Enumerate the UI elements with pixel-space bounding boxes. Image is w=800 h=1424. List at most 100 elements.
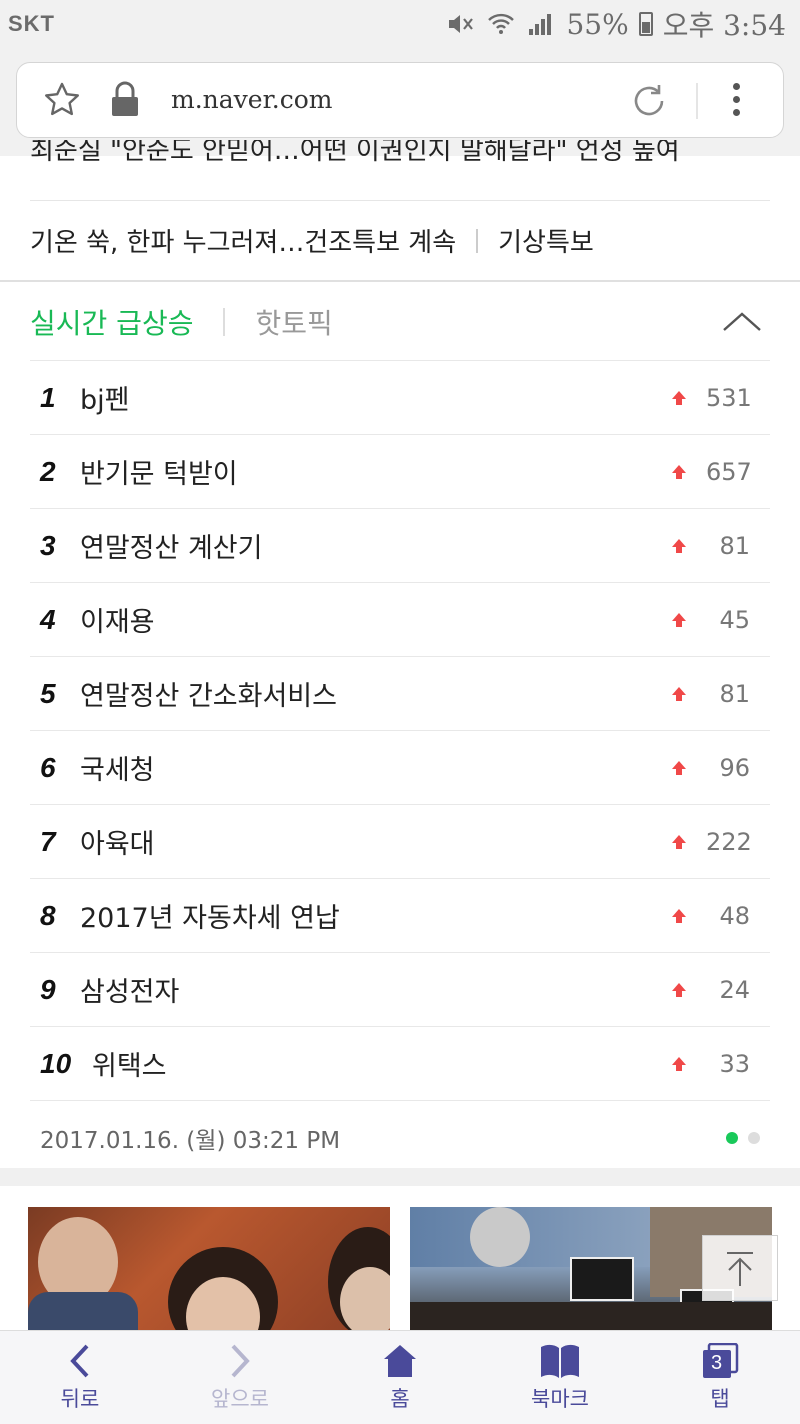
ranking-change-value: 222: [706, 827, 752, 856]
news-headline[interactable]: 기온 쑥, 한파 누그러져…건조특보 계속: [30, 222, 456, 259]
ranking-change-value: 81: [719, 531, 750, 560]
nav-forward-button[interactable]: 앞으로: [160, 1331, 320, 1424]
mute-icon: [446, 9, 476, 39]
page-indicator[interactable]: [726, 1132, 760, 1144]
photo-face: [340, 1267, 390, 1332]
tab-realtime[interactable]: 실시간 급상승: [30, 302, 193, 342]
nav-forward-label: 앞으로: [211, 1387, 269, 1411]
nav-bookmark-button[interactable]: 북마크: [480, 1331, 640, 1424]
ranking-term[interactable]: 2017년 자동차세 연납: [80, 896, 340, 935]
bookmark-star-icon[interactable]: [43, 81, 81, 123]
ranking-change-value: 24: [719, 975, 750, 1004]
home-icon: [382, 1343, 418, 1379]
ranking-term[interactable]: 이재용: [80, 600, 155, 639]
arrow-up-icon: [672, 982, 686, 997]
ranking-change-value: 96: [719, 753, 750, 782]
ranking-number: 7: [40, 825, 56, 857]
status-bar: SKT 55% 오후 3:54: [0, 0, 800, 48]
ranking-change: 81: [672, 680, 750, 708]
ranking-term[interactable]: 아육대: [80, 822, 155, 861]
news-partial-row[interactable]: 최순실 "안준도 안믿어…어떤 이권인지 말해달라" 언성 높여: [30, 140, 770, 170]
ranking-item[interactable]: 5 연말정산 간소화서비스 81: [30, 657, 770, 731]
ranking-number: 6: [40, 751, 56, 783]
ranking-term[interactable]: 연말정산 계산기: [80, 526, 262, 565]
ranking-item[interactable]: 9 삼성전자 24: [30, 953, 770, 1027]
nav-tabs-button[interactable]: 3 탭: [640, 1331, 800, 1424]
tabs-icon: 3: [700, 1343, 740, 1379]
ranking-term[interactable]: 위택스: [92, 1044, 167, 1083]
address-bar[interactable]: m.naver.com: [16, 62, 784, 138]
ranking-change: 24: [672, 976, 750, 1004]
ranking-change-value: 45: [719, 605, 750, 634]
realtime-timestamp: 2017.01.16. (월) 03:21 PM: [40, 1128, 341, 1154]
ranking-term[interactable]: bj펜: [80, 378, 129, 417]
page-dot-active[interactable]: [726, 1132, 738, 1144]
nav-home-button[interactable]: 홈: [320, 1331, 480, 1424]
ranking-term[interactable]: 국세청: [80, 748, 155, 787]
reload-icon[interactable]: [629, 81, 669, 125]
arrow-up-icon: [672, 538, 686, 553]
ranking-change: 531: [672, 384, 752, 412]
tab-count: 3: [711, 1352, 723, 1374]
ranking-term[interactable]: 반기문 턱받이: [80, 452, 238, 491]
divider: [30, 200, 770, 201]
realtime-footer: 2017.01.16. (월) 03:21 PM: [30, 1118, 770, 1158]
ranking-item[interactable]: 6 국세청 96: [30, 731, 770, 805]
ranking-item[interactable]: 2 반기문 턱받이 657: [30, 435, 770, 509]
ranking-item[interactable]: 1 bj펜 531: [30, 361, 770, 435]
ranking-term[interactable]: 삼성전자: [80, 970, 179, 1009]
realtime-ranking-list: 1 bj펜 531 2 반기문 턱받이 657 3 연말정산 계산기 81 4 이재용 45 5 연말정산…: [30, 361, 770, 1101]
news-photo-card[interactable]: [28, 1207, 390, 1332]
ranking-number: 10: [40, 1047, 72, 1079]
ranking-number: 4: [40, 603, 56, 635]
battery-percent: 55%: [566, 7, 629, 41]
ranking-term[interactable]: 연말정산 간소화서비스: [80, 674, 337, 713]
ranking-number: 2: [40, 455, 56, 487]
arrow-up-icon: [672, 908, 686, 923]
arrow-up-icon: [672, 834, 686, 849]
arrow-up-icon: [727, 1252, 753, 1286]
ranking-item[interactable]: 7 아육대 222: [30, 805, 770, 879]
ranking-change: 33: [672, 1050, 750, 1078]
book-icon: [539, 1343, 581, 1379]
ranking-item[interactable]: 4 이재용 45: [30, 583, 770, 657]
ranking-number: 9: [40, 973, 56, 1005]
news-partial-headline[interactable]: 최순실 "안준도 안믿어…어떤 이권인지 말해달라" 언성 높여: [30, 140, 770, 167]
arrow-up-icon: [672, 686, 686, 701]
nav-back-button[interactable]: 뒤로: [0, 1331, 160, 1424]
section-gap: [0, 1168, 800, 1186]
ranking-number: 8: [40, 899, 56, 931]
status-indicators: 55% 오후 3:54: [446, 4, 786, 44]
ranking-change-value: 657: [706, 457, 752, 486]
chevron-right-icon: [225, 1343, 255, 1379]
scroll-to-top-button[interactable]: [702, 1235, 778, 1301]
ranking-item[interactable]: 8 2017년 자동차세 연납 48: [30, 879, 770, 953]
arrow-up-icon: [672, 612, 686, 627]
ranking-change-value: 33: [719, 1049, 750, 1078]
clock: 오후 3:54: [662, 9, 786, 42]
ranking-item[interactable]: 3 연말정산 계산기 81: [30, 509, 770, 583]
ranking-number: 1: [40, 381, 56, 413]
ranking-change: 222: [672, 827, 752, 856]
nav-back-label: 뒤로: [60, 1387, 100, 1411]
more-menu-icon[interactable]: [731, 83, 741, 122]
news-tag[interactable]: 기상특보: [498, 222, 594, 259]
tab-hot-topic[interactable]: 핫토픽: [255, 302, 332, 342]
ranking-change-value: 48: [719, 901, 750, 930]
news-row[interactable]: 기온 쑥, 한파 누그러져…건조특보 계속 기상특보: [30, 222, 594, 259]
ranking-item[interactable]: 10 위택스 33: [30, 1027, 770, 1101]
photo-effigy: [470, 1207, 530, 1267]
bottom-nav: 뒤로 앞으로 홈 북마크 3 탭: [0, 1330, 800, 1424]
page-dot[interactable]: [748, 1132, 760, 1144]
divider: [476, 228, 479, 253]
ranking-change-value: 81: [719, 679, 750, 708]
collapse-chevron-up-icon[interactable]: [720, 300, 764, 344]
wifi-icon: [486, 9, 516, 39]
lock-icon: [107, 79, 143, 123]
arrow-up-icon: [672, 760, 686, 775]
url-text[interactable]: m.naver.com: [171, 85, 333, 114]
photo-person-body: [28, 1292, 138, 1332]
ranking-change: 48: [672, 902, 750, 930]
photo-sign: [570, 1257, 634, 1301]
battery-icon: [638, 12, 653, 36]
